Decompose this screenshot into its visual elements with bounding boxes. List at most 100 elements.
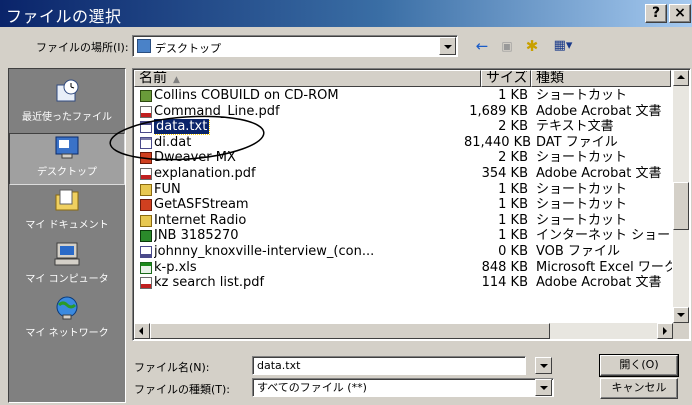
file-name: johnny_knoxville-interview_(con... bbox=[154, 243, 375, 259]
xls-file-icon bbox=[140, 261, 152, 274]
file-name-cell: Internet Radio bbox=[154, 213, 478, 229]
file-name: Collins COBUILD on CD-ROM bbox=[154, 88, 339, 103]
cancel-button[interactable]: キャンセル bbox=[600, 378, 678, 399]
close-button[interactable]: × bbox=[669, 4, 691, 23]
back-icon[interactable]: ← bbox=[470, 36, 494, 56]
file-type: ショートカット bbox=[536, 88, 628, 103]
file-row[interactable]: data.txt 2 KB テキスト文書 bbox=[134, 119, 673, 135]
filename-dropdown-arrow[interactable] bbox=[535, 357, 552, 374]
file-size: 1 KB bbox=[498, 212, 528, 228]
up-folder-icon[interactable]: ▣ bbox=[496, 36, 518, 56]
scroll-left-button[interactable] bbox=[134, 323, 150, 339]
file-row[interactable]: johnny_knoxville-interview_(con... 0 KB VO… bbox=[134, 244, 673, 260]
file-type: ショートカット bbox=[536, 150, 628, 166]
file-row[interactable]: Internet Radio 1 KB ショートカット bbox=[134, 213, 673, 229]
vertical-scrollbar[interactable] bbox=[673, 70, 689, 323]
scroll-down-button[interactable] bbox=[673, 307, 689, 323]
file-name: FUN bbox=[154, 181, 181, 197]
dat-file-icon bbox=[140, 136, 152, 149]
filetype-select[interactable]: すべてのファイル (**) bbox=[252, 378, 554, 397]
horizontal-scroll-thumb[interactable] bbox=[150, 323, 550, 339]
file-name: explanation.pdf bbox=[154, 165, 256, 181]
file-size: 1 KB bbox=[498, 197, 528, 213]
file-type: Microsoft Excel ワークシート bbox=[536, 259, 672, 275]
file-row[interactable]: GetASFStream 1 KB ショートカット bbox=[134, 197, 673, 213]
column-header-name[interactable]: 名前 ▲ bbox=[134, 70, 481, 87]
file-row[interactable]: FUN 1 KB ショートカット bbox=[134, 182, 673, 198]
pdf-file-icon bbox=[140, 167, 152, 180]
file-size: 1 KB bbox=[498, 228, 528, 244]
file-name-cell: GetASFStream bbox=[154, 197, 478, 213]
place-recent[interactable]: 最近使ったファイル bbox=[9, 79, 125, 131]
pdf-file-icon bbox=[140, 105, 152, 118]
place-label-my-computer: マイ コンピュータ bbox=[25, 274, 109, 285]
desktop-icon bbox=[137, 39, 151, 53]
view-menu-icon[interactable]: ▦▾ bbox=[546, 36, 580, 56]
app-file-icon bbox=[140, 199, 152, 212]
file-row[interactable]: Collins COBUILD on CD-ROM 1 KB ショートカット bbox=[134, 88, 673, 104]
folder-file-icon bbox=[140, 183, 152, 196]
place-my-documents[interactable]: マイ ドキュメント bbox=[9, 187, 125, 239]
scroll-right-button[interactable] bbox=[657, 323, 673, 339]
file-name-cell: Command_Line.pdf bbox=[154, 104, 478, 120]
file-name: JNB 3185270 bbox=[154, 228, 239, 244]
file-size: 2 KB bbox=[498, 119, 528, 135]
place-desktop[interactable]: デスクトップ bbox=[9, 133, 125, 185]
place-label-my-network: マイ ネットワーク bbox=[25, 328, 109, 339]
chevron-down-icon[interactable] bbox=[439, 37, 456, 55]
window-title: ファイルの選択 bbox=[6, 7, 122, 26]
title-bar[interactable]: ファイルの選択 ? × bbox=[0, 0, 692, 27]
file-row[interactable]: di.dat 81,440 KB DAT ファイル bbox=[134, 135, 673, 151]
lookin-label: ファイルの場所(I): bbox=[36, 41, 129, 54]
file-name: GetASFStream bbox=[154, 197, 249, 213]
scroll-up-button[interactable] bbox=[673, 70, 689, 86]
vertical-scroll-thumb[interactable] bbox=[673, 182, 689, 230]
file-size: 1,689 KB bbox=[469, 103, 528, 119]
pdf-file-icon bbox=[140, 277, 152, 290]
file-row[interactable]: explanation.pdf 354 KB Adobe Acrobat 文書 bbox=[134, 166, 673, 182]
file-name: di.dat bbox=[154, 134, 192, 150]
file-size: 114 KB bbox=[481, 275, 528, 291]
file-type: ショートカット bbox=[536, 197, 628, 213]
file-row[interactable]: k-p.xls 848 KB Microsoft Excel ワークシート bbox=[134, 260, 673, 276]
place-my-computer[interactable]: マイ コンピュータ bbox=[9, 241, 125, 293]
file-list[interactable]: 名前 ▲ サイズ 種類 Collins COBUILD on CD-ROM 1 KB… bbox=[132, 68, 691, 341]
file-row[interactable]: kz search list.pdf 114 KB Adobe Acrobat 文書 bbox=[134, 275, 673, 291]
file-row[interactable]: Dweaver MX 2 KB ショートカット bbox=[134, 150, 673, 166]
new-folder-icon[interactable]: ✱ bbox=[520, 36, 544, 56]
file-name: data.txt bbox=[154, 119, 211, 135]
filetype-dropdown-arrow[interactable] bbox=[535, 379, 552, 396]
file-name: Internet Radio bbox=[154, 212, 247, 228]
app-file-icon bbox=[140, 152, 152, 165]
file-row[interactable]: Command_Line.pdf 1,689 KB Adobe Acrobat 文書 bbox=[134, 104, 673, 120]
file-name-cell: explanation.pdf bbox=[154, 166, 478, 182]
file-type: ショートカット bbox=[536, 212, 628, 228]
file-name-cell: di.dat bbox=[154, 135, 478, 151]
help-button[interactable]: ? bbox=[645, 4, 667, 23]
horizontal-scrollbar[interactable] bbox=[134, 323, 673, 339]
lookin-value: デスクトップ bbox=[155, 42, 221, 55]
file-type: Adobe Acrobat 文書 bbox=[536, 165, 662, 181]
file-row[interactable]: JNB 3185270 1 KB インターネット ショートカット bbox=[134, 228, 673, 244]
file-name-cell: johnny_knoxville-interview_(con... bbox=[154, 244, 478, 260]
column-header-size[interactable]: サイズ bbox=[481, 70, 531, 87]
lookin-combobox[interactable]: デスクトップ bbox=[132, 35, 458, 57]
file-name-cell: JNB 3185270 bbox=[154, 228, 478, 244]
file-size: 1 KB bbox=[498, 181, 528, 197]
column-header-name-label: 名前 bbox=[139, 70, 167, 86]
shortcut-file-icon bbox=[140, 90, 152, 102]
filename-input[interactable]: data.txt bbox=[252, 356, 526, 375]
place-my-network[interactable]: マイ ネットワーク bbox=[9, 295, 125, 347]
txt-file-icon bbox=[140, 121, 152, 134]
file-open-dialog: ファイルの選択 ? × ファイルの場所(I): デスクトップ ← ▣ ✱ ▦▾ … bbox=[0, 0, 692, 405]
place-label-recent: 最近使ったファイル bbox=[22, 112, 112, 123]
filetype-label: ファイルの種類(T): bbox=[134, 383, 231, 396]
places-bar: 最近使ったファイル デスクトップ マイ ドキュメント マイ コンピュータ マイ … bbox=[8, 68, 126, 403]
my-network-icon bbox=[56, 296, 78, 320]
file-type: Adobe Acrobat 文書 bbox=[536, 275, 662, 291]
file-name: k-p.xls bbox=[154, 259, 197, 275]
my-documents-icon bbox=[55, 189, 79, 211]
file-size: 848 KB bbox=[481, 259, 528, 275]
open-button[interactable]: 開く(O) bbox=[599, 354, 679, 377]
column-header-type[interactable]: 種類 bbox=[531, 70, 671, 87]
